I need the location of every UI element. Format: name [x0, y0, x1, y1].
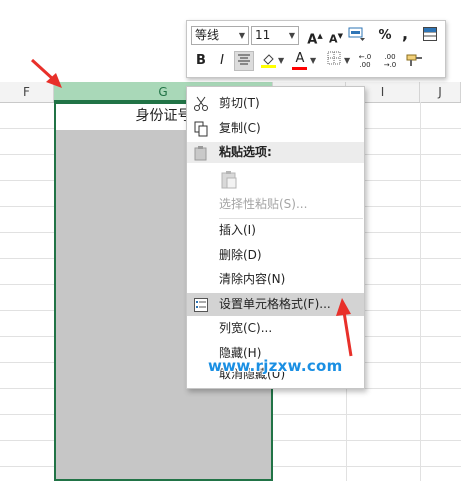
number-format-button[interactable] — [347, 26, 367, 46]
paste-clipboard-icon — [221, 171, 237, 189]
format-painter-icon — [406, 54, 422, 66]
menu-item-label: 设置单元格格式(F)... — [219, 297, 331, 311]
red-arrow-icon — [30, 58, 62, 88]
decrease-decimal-button[interactable]: .00 →.0 — [380, 51, 400, 71]
center-align-button[interactable] — [234, 51, 254, 71]
column-header-j[interactable]: J — [420, 82, 461, 102]
mini-toolbar: 等线 ▼ 11 ▼ A▲ A▼ % , B I ▼ A ▼ ▼ ←.0 .00 … — [186, 20, 446, 78]
format-painter-button[interactable] — [405, 51, 425, 71]
menu-item-label: 剪切(T) — [219, 96, 260, 110]
font-size-value: 11 — [255, 28, 271, 42]
menu-item-label: 删除(D) — [219, 248, 262, 262]
format-cells-icon — [194, 298, 208, 312]
bold-button[interactable]: B — [191, 51, 211, 71]
font-name-value: 等线 — [195, 28, 220, 42]
menu-item-label: 列宽(C)... — [219, 321, 273, 335]
menu-item-insert[interactable]: 插入(I) — [187, 219, 364, 242]
font-color-button[interactable]: A — [290, 51, 310, 71]
copy-icon — [194, 121, 208, 137]
comma-style-button[interactable]: , — [395, 24, 415, 44]
menu-item-label: 粘贴选项: — [219, 145, 272, 159]
paint-bucket-icon — [261, 54, 276, 68]
align-center-icon — [238, 54, 250, 65]
font-color-swatch — [292, 67, 307, 70]
menu-item-cut[interactable]: 剪切(T) — [187, 92, 364, 115]
menu-item-label: 复制(C) — [219, 121, 261, 135]
chevron-down-icon: ▼ — [288, 31, 295, 40]
grow-font-icon: A — [307, 32, 318, 48]
chevron-down-icon[interactable]: ▼ — [344, 51, 350, 71]
italic-button[interactable]: I — [212, 51, 232, 71]
increase-decimal-button[interactable]: ←.0 .00 — [355, 51, 375, 71]
menu-item-clear-contents[interactable]: 清除内容(N) — [187, 268, 364, 291]
menu-item-label: 清除内容(N) — [219, 272, 286, 286]
paste-icon — [194, 146, 207, 161]
fill-color-button[interactable] — [259, 51, 279, 71]
scissors-icon — [194, 96, 208, 111]
font-size-select[interactable]: 11 ▼ — [251, 26, 299, 45]
menu-item-label: 插入(I) — [219, 223, 256, 237]
menu-section-paste-options: 粘贴选项: — [187, 142, 364, 163]
chevron-down-icon[interactable]: ▼ — [278, 51, 284, 71]
borders-button[interactable] — [324, 51, 344, 71]
grid-line — [420, 102, 421, 481]
font-color-letter: A — [295, 51, 305, 66]
table-format-button[interactable] — [420, 26, 440, 46]
paste-option-button[interactable] — [187, 165, 364, 193]
chevron-down-icon: ▼ — [238, 31, 245, 40]
percent-style-button[interactable]: % — [375, 26, 395, 46]
menu-item-delete[interactable]: 删除(D) — [187, 244, 364, 267]
table-icon — [423, 27, 437, 41]
borders-icon — [327, 51, 341, 65]
menu-item-paste-special[interactable]: 选择性粘贴(S)... — [187, 193, 364, 216]
grow-font-button[interactable]: A▲ — [305, 26, 325, 48]
watermark-text: www.rjzxw.com — [208, 357, 343, 375]
font-name-select[interactable]: 等线 ▼ — [191, 26, 249, 45]
red-arrow-icon — [336, 298, 353, 357]
shrink-font-icon: A — [329, 32, 338, 46]
shrink-font-button[interactable]: A▼ — [326, 26, 346, 46]
menu-item-label: 选择性粘贴(S)... — [219, 197, 308, 211]
menu-item-copy[interactable]: 复制(C) — [187, 117, 364, 140]
number-format-icon — [348, 27, 365, 41]
chevron-down-icon[interactable]: ▼ — [310, 51, 316, 71]
